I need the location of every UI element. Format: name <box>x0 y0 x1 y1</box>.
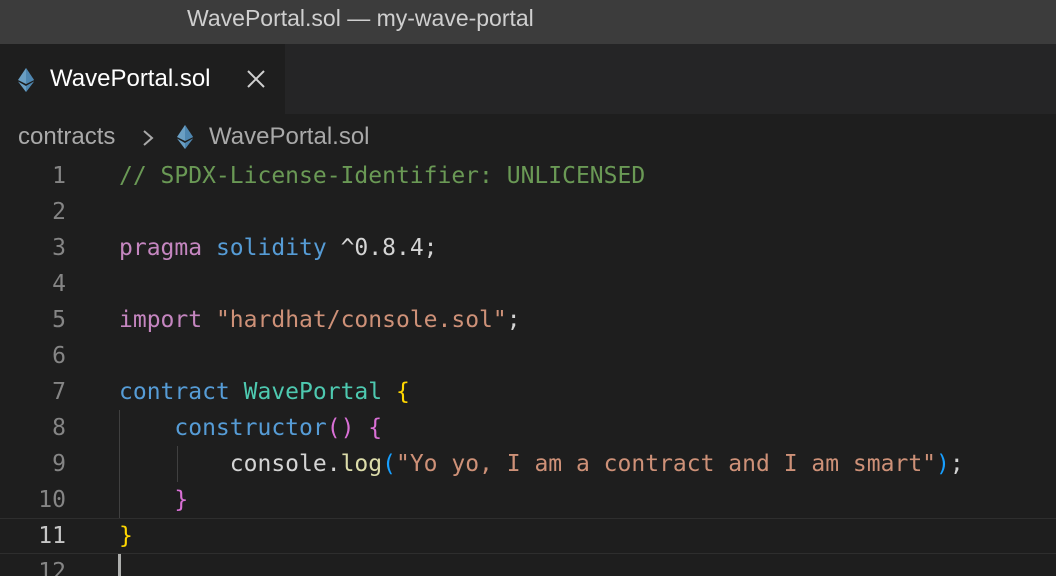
code-line[interactable]: 10 } <box>0 482 1056 518</box>
tab-label: WavePortal.sol <box>50 65 211 92</box>
title-bar: WavePortal.sol — my-wave-portal <box>0 0 1056 44</box>
line-number: 7 <box>52 379 66 405</box>
code-line[interactable]: 7 contract WavePortal { <box>0 374 1056 410</box>
chevron-right-icon <box>143 130 154 146</box>
text-cursor <box>118 554 121 576</box>
code-line[interactable]: 1 // SPDX-License-Identifier: UNLICENSED <box>0 158 1056 194</box>
line-number: 4 <box>52 271 66 297</box>
code-token: constructor <box>174 415 327 441</box>
line-number: 11 <box>38 523 66 549</box>
line-code: } <box>119 482 188 518</box>
line-code: console.log("Yo yo, I am a contract and … <box>119 446 964 482</box>
breadcrumb-file[interactable]: WavePortal.sol <box>209 123 370 151</box>
code-line[interactable]: 12 <box>0 554 1056 576</box>
code-line[interactable]: 5 import "hardhat/console.sol"; <box>0 302 1056 338</box>
line-number: 2 <box>52 199 66 225</box>
indent-guide <box>177 446 178 482</box>
line-number: 9 <box>52 451 66 477</box>
line-code: constructor() { <box>119 410 382 446</box>
line-number: 1 <box>52 163 66 189</box>
code-line[interactable]: 11} <box>0 518 1056 554</box>
code-token: { <box>395 379 410 405</box>
close-icon[interactable] <box>245 68 267 90</box>
code-token: } <box>174 487 189 513</box>
breadcrumb-folder[interactable]: contracts <box>18 123 115 151</box>
line-code: import "hardhat/console.sol"; <box>119 302 521 338</box>
code-editor[interactable]: 12 11} 10 } 9 console.log("Yo yo, I am a co… <box>0 158 1056 576</box>
code-token: } <box>119 523 133 549</box>
code-token: ) <box>936 451 950 477</box>
code-token: { <box>368 415 383 441</box>
code-token: contract <box>119 379 230 405</box>
ethereum-icon <box>177 125 193 149</box>
code-token: log <box>340 451 383 477</box>
line-number: 5 <box>52 307 66 333</box>
code-line[interactable]: 8 constructor() { <box>0 410 1056 446</box>
code-token: "hardhat/console.sol" <box>215 307 507 333</box>
code-token: ; <box>949 451 964 477</box>
code-token: ; <box>506 307 521 333</box>
line-number: 6 <box>52 343 66 369</box>
code-token: ^0.8.4; <box>326 235 438 261</box>
code-line[interactable]: 2 <box>0 194 1056 230</box>
code-line[interactable]: 4 <box>0 266 1056 302</box>
code-token: WavePortal <box>243 379 383 405</box>
line-code: pragma solidity ^0.8.4; <box>119 230 438 266</box>
line-number: 12 <box>38 559 66 576</box>
tab-waveportal-sol[interactable]: WavePortal.sol <box>0 44 285 114</box>
code-token: pragma <box>119 235 203 261</box>
line-code: } <box>119 518 133 554</box>
code-line[interactable]: 6 <box>0 338 1056 374</box>
window-title: WavePortal.sol — my-wave-portal <box>187 5 534 31</box>
indent-guide <box>119 410 120 518</box>
line-code: // SPDX-License-Identifier: UNLICENSED <box>119 158 645 194</box>
line-number: 10 <box>38 487 66 513</box>
code-line[interactable]: 9 console.log("Yo yo, I am a contract an… <box>0 446 1056 482</box>
code-line[interactable]: 3 pragma solidity ^0.8.4; <box>0 230 1056 266</box>
tab-bar: WavePortal.sol <box>0 44 1056 114</box>
code-token: () <box>326 415 355 441</box>
line-code: contract WavePortal { <box>119 374 410 410</box>
code-token: "Yo yo, I am a contract and I am smart" <box>395 451 937 477</box>
code-token: // SPDX-License-Identifier: UNLICENSED <box>119 163 646 189</box>
ethereum-icon <box>18 68 34 92</box>
line-number: 8 <box>52 415 66 441</box>
code-token: console. <box>119 451 341 477</box>
code-token: import <box>119 307 203 333</box>
breadcrumb: contracts WavePortal.sol <box>0 114 1056 158</box>
line-number: 3 <box>52 235 66 261</box>
code-token: solidity <box>215 235 327 261</box>
code-token: ( <box>382 451 396 477</box>
